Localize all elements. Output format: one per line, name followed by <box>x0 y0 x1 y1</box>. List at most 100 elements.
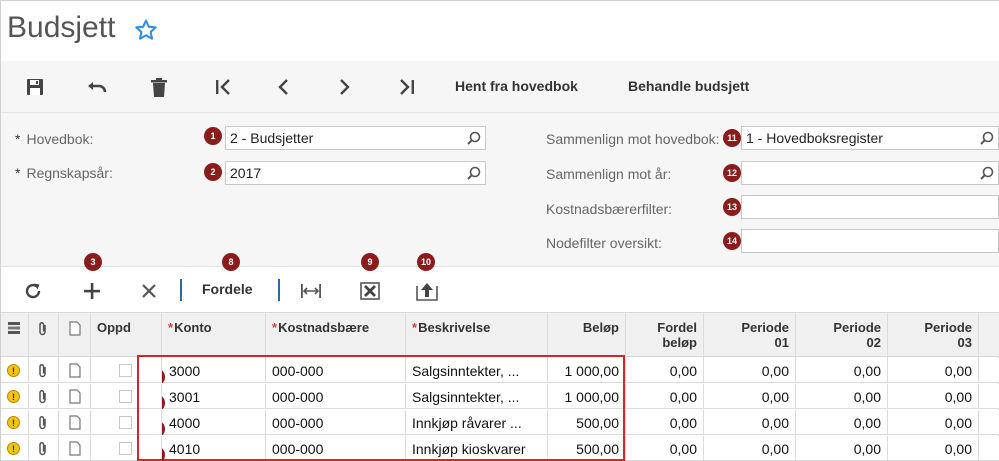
amount-cell[interactable]: 1 000,00 <box>548 384 626 409</box>
period-03-cell[interactable]: 0,00 <box>888 410 979 435</box>
row-note-cell[interactable] <box>59 410 91 435</box>
row-note-cell[interactable] <box>59 358 91 383</box>
col-period-02[interactable]: Periode 02 <box>796 313 888 358</box>
row-note-cell[interactable] <box>59 384 91 409</box>
updated-cell[interactable] <box>91 410 162 435</box>
period-03-cell[interactable]: 0,00 <box>888 436 979 461</box>
node-filter-field[interactable] <box>741 229 999 253</box>
first-record-icon[interactable] <box>211 75 235 99</box>
updated-checkbox[interactable] <box>119 416 132 429</box>
paperclip-icon[interactable] <box>37 441 49 457</box>
updated-cell[interactable] <box>91 384 162 409</box>
search-icon[interactable] <box>467 166 481 180</box>
row-selector-header[interactable] <box>1 313 29 358</box>
last-record-icon[interactable] <box>395 75 419 99</box>
period-01-cell[interactable]: 0,00 <box>704 384 796 409</box>
note-icon[interactable] <box>69 441 81 456</box>
col-distributed-amount[interactable]: Fordel beløp <box>626 313 704 358</box>
account-cell[interactable]: 64000 <box>162 410 266 435</box>
compare-year-field[interactable] <box>741 161 999 185</box>
cost-carrier-cell[interactable]: 000-000 <box>266 410 406 435</box>
paperclip-icon[interactable] <box>37 415 49 431</box>
period-02-cell[interactable]: 0,00 <box>796 410 888 435</box>
search-icon[interactable] <box>467 131 481 145</box>
account-cell[interactable]: 53001 <box>162 384 266 409</box>
fetch-from-ledger-button[interactable]: Hent fra hovedbok <box>455 78 578 94</box>
column-config-icon[interactable] <box>7 321 21 335</box>
cost-carrier-cell[interactable]: 000-000 <box>266 384 406 409</box>
col-period-03[interactable]: Periode 03 <box>888 313 979 358</box>
fiscal-year-field[interactable]: 2017 <box>225 161 486 185</box>
table-row[interactable]: !64000000-000Innkjøp råvarer ...500,000,… <box>1 410 999 435</box>
distribute-button[interactable]: Fordele <box>202 281 253 297</box>
previous-record-icon[interactable] <box>271 75 295 99</box>
row-status-cell[interactable]: ! <box>1 410 29 435</box>
description-cell[interactable]: Salgsinntekter, ... <box>406 384 548 409</box>
paperclip-icon[interactable] <box>37 389 49 405</box>
period-02-cell[interactable]: 0,00 <box>796 384 888 409</box>
row-note-cell[interactable] <box>59 436 91 461</box>
next-record-icon[interactable] <box>333 75 357 99</box>
delete-icon[interactable] <box>147 75 171 99</box>
note-icon[interactable] <box>69 415 81 430</box>
distributed-amount-cell[interactable]: 0,00 <box>626 436 704 461</box>
row-status-cell[interactable]: ! <box>1 436 29 461</box>
undo-icon[interactable] <box>85 75 109 99</box>
amount-cell[interactable]: 500,00 <box>548 436 626 461</box>
distributed-amount-cell[interactable]: 0,00 <box>626 384 704 409</box>
period-01-cell[interactable]: 0,00 <box>704 436 796 461</box>
description-cell[interactable]: Innkjøp råvarer ... <box>406 410 548 435</box>
save-icon[interactable] <box>23 75 47 99</box>
upload-file-icon[interactable] <box>415 279 439 303</box>
row-status-cell[interactable]: ! <box>1 384 29 409</box>
col-account[interactable]: *Konto <box>162 313 266 358</box>
account-cell[interactable]: 43000 <box>162 358 266 383</box>
table-row[interactable]: !74010000-000Innkjøp kioskvarer500,000,0… <box>1 436 999 461</box>
amount-cell[interactable]: 1 000,00 <box>548 358 626 383</box>
col-cost-carrier[interactable]: *Kostnadsbære <box>266 313 406 358</box>
col-description[interactable]: *Beskrivelse <box>406 313 548 358</box>
period-01-cell[interactable]: 0,00 <box>704 410 796 435</box>
search-icon[interactable] <box>980 166 994 180</box>
ledger-field[interactable]: 2 - Budsjetter <box>225 126 486 150</box>
updated-checkbox[interactable] <box>119 390 132 403</box>
distributed-amount-cell[interactable]: 0,00 <box>626 358 704 383</box>
cost-filter-field[interactable] <box>741 195 999 219</box>
search-icon[interactable] <box>980 131 994 145</box>
cost-carrier-cell[interactable]: 000-000 <box>266 358 406 383</box>
note-icon[interactable] <box>69 363 81 378</box>
description-cell[interactable]: Innkjøp kioskvarer <box>406 436 548 461</box>
fit-columns-icon[interactable] <box>299 279 323 303</box>
period-01-cell[interactable]: 0,00 <box>704 358 796 383</box>
table-row[interactable]: ! 53001000-000Salgsinntekter, ...1 000,00… <box>1 384 999 409</box>
row-attachment-cell[interactable] <box>29 358 59 383</box>
col-period-01[interactable]: Periode 01 <box>704 313 796 358</box>
period-02-cell[interactable]: 0,00 <box>796 358 888 383</box>
favorite-star-icon[interactable] <box>134 18 158 42</box>
manage-budget-button[interactable]: Behandle budsjett <box>628 78 749 94</box>
row-attachment-cell[interactable] <box>29 410 59 435</box>
export-excel-icon[interactable] <box>358 279 382 303</box>
period-02-cell[interactable]: 0,00 <box>796 436 888 461</box>
add-row-icon[interactable] <box>80 279 104 303</box>
delete-row-icon[interactable] <box>137 279 161 303</box>
row-attachment-cell[interactable] <box>29 384 59 409</box>
distributed-amount-cell[interactable]: 0,00 <box>626 410 704 435</box>
note-icon[interactable] <box>69 389 81 404</box>
paperclip-icon[interactable] <box>37 363 49 379</box>
table-row[interactable]: ! 43000000-000Salgsinntekter, ...1 000,00… <box>1 358 999 383</box>
amount-cell[interactable]: 500,00 <box>548 410 626 435</box>
account-cell[interactable]: 74010 <box>162 436 266 461</box>
row-attachment-cell[interactable] <box>29 436 59 461</box>
period-03-cell[interactable]: 0,00 <box>888 384 979 409</box>
period-03-cell[interactable]: 0,00 <box>888 358 979 383</box>
row-status-cell[interactable]: ! <box>1 358 29 383</box>
updated-cell[interactable] <box>91 436 162 461</box>
col-updated[interactable]: Oppd <box>91 313 162 358</box>
updated-cell[interactable] <box>91 358 162 383</box>
cost-carrier-cell[interactable]: 000-000 <box>266 436 406 461</box>
updated-checkbox[interactable] <box>119 442 132 455</box>
refresh-icon[interactable] <box>21 279 45 303</box>
col-amount[interactable]: Beløp <box>548 313 626 358</box>
compare-ledger-field[interactable]: 1 - Hovedboksregister <box>741 126 999 150</box>
